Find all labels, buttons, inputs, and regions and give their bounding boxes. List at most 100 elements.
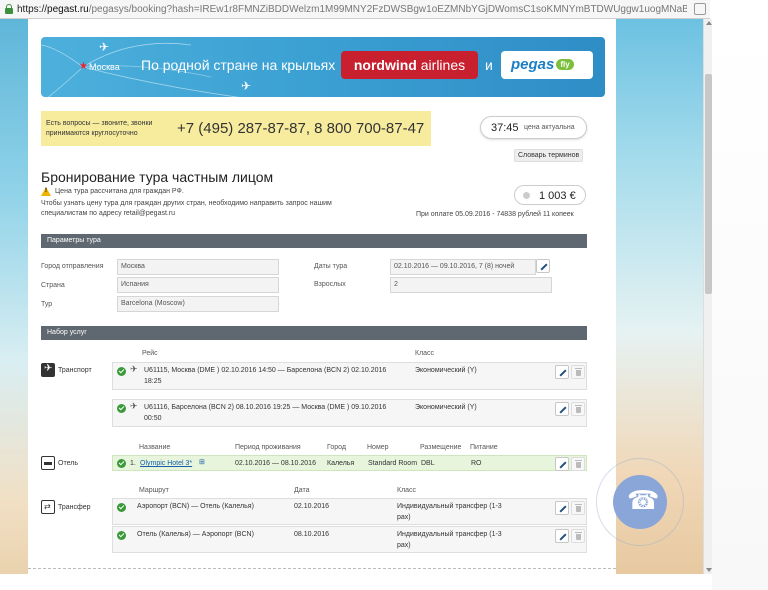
contact-note: Есть вопросы — звоните, звонки принимают… (46, 120, 153, 137)
edit-transfer-button[interactable] (555, 501, 569, 515)
flight-class: Экономический (Y) (415, 404, 477, 411)
warning-text: Цена тура рассчитана для граждан РФ. (55, 188, 184, 195)
country-field: Испания (117, 277, 279, 293)
airlines-text: airlines (416, 57, 466, 73)
col-class: Класс (415, 350, 435, 357)
hotel-placement: DBL (421, 460, 435, 467)
delete-flight-button[interactable] (571, 365, 585, 379)
departure-label: Город отправления (41, 263, 104, 270)
tour-params-header: Параметры тура (41, 234, 587, 248)
edit-hotel-button[interactable] (555, 457, 569, 471)
promo-banner[interactable]: ★ Москва ✈ ✈ По родной стране на крыльях… (41, 37, 605, 97)
address-bar[interactable]: https://pegast.ru/pegasys/booking?hash=I… (0, 0, 710, 19)
flight-info: U61116, Барселона (BCN 2) 08.10.2016 19:… (144, 404, 387, 411)
warning-icon (41, 187, 51, 196)
delete-transfer-button[interactable] (571, 501, 585, 515)
transport-label: Транспорт (58, 367, 92, 374)
booking-page: ★ Москва ✈ ✈ По родной стране на крыльях… (28, 19, 616, 574)
country-label: Страна (41, 282, 65, 289)
star-icon: ★ (79, 61, 88, 72)
phone-icon (613, 475, 667, 529)
tour-field: Barcelona (Moscow) (117, 296, 279, 312)
flight-row: ✈ U61116, Барселона (BCN 2) 08.10.2016 1… (112, 399, 587, 427)
browser-window: https://pegast.ru/pegasys/booking?hash=I… (0, 0, 768, 590)
hotel-room: Standard Room (368, 460, 418, 467)
adults-label: Взрослых (314, 281, 346, 288)
col-route: Маршрут (139, 487, 169, 494)
check-icon (117, 503, 126, 512)
warning-details: Чтобы узнать цену тура для граждан други… (41, 200, 332, 217)
transfer-row: Отель (Калелья) — Аэропорт (BCN) 08.10.2… (112, 526, 587, 553)
scroll-down-icon[interactable] (706, 568, 712, 572)
pegas-fly-logo: pegas fly (501, 51, 593, 79)
hotel-row: 1. Olympic Hotel 3* ⊞ 02.10.2016 — 08.10… (112, 455, 587, 471)
nordwind-logo: nordwind airlines (341, 51, 478, 79)
nordwind-text: nordwind (353, 57, 417, 73)
bottom-strip (0, 574, 712, 590)
price-badge: 1 003 € (514, 185, 586, 205)
col-date: Дата (294, 487, 310, 494)
price-value: 1 003 € (539, 190, 576, 202)
plane-icon: ✈ (41, 363, 55, 377)
lock-icon (4, 4, 14, 14)
glossary-button[interactable]: Словарь терминов (514, 149, 584, 162)
timer-status: цена актуальна (524, 124, 575, 131)
flight-arrival: 00:50 (144, 415, 162, 422)
payment-note: При оплате 05.09.2016 - 74838 рублей 11 … (416, 211, 574, 218)
pegas-text: pegas (511, 56, 555, 73)
transfer-class-pax: pax) (397, 542, 411, 549)
scroll-thumb[interactable] (705, 74, 712, 294)
url-text[interactable]: https://pegast.ru/pegasys/booking?hash=I… (17, 4, 687, 15)
delete-flight-button[interactable] (571, 402, 585, 416)
col-hotel-name: Название (139, 444, 171, 451)
delete-hotel-button[interactable] (571, 457, 585, 471)
background-left (0, 19, 28, 590)
banner-slogan: По родной стране на крыльях (141, 57, 336, 73)
adults-field: 2 (390, 277, 552, 293)
hotel-number: 1. (130, 460, 136, 467)
page-title: Бронирование тура частным лицом (41, 169, 274, 185)
coin-icon (523, 192, 530, 199)
hotel-meal: RO (471, 460, 482, 467)
delete-transfer-button[interactable] (571, 529, 585, 543)
scroll-up-icon[interactable] (706, 21, 712, 25)
transfer-icon: ⇄ (41, 500, 55, 514)
price-timer: 37:45 цена актуальна (480, 116, 587, 139)
services-header: Набор услуг (41, 326, 587, 340)
col-room: Номер (367, 444, 389, 451)
transfer-label: Трансфер (58, 504, 91, 511)
plane-icon: ✈ (130, 401, 138, 411)
edit-flight-button[interactable] (555, 402, 569, 416)
check-icon (117, 367, 126, 376)
check-icon (117, 404, 126, 413)
hotel-period: 02.10.2016 — 08.10.2016 (235, 460, 316, 467)
col-flight: Рейс (142, 350, 158, 357)
contact-phones[interactable]: +7 (495) 287-87-87, 8 800 700-87-47 (177, 120, 424, 137)
flight-row: ✈ U61115, Москва (DME ) 02.10.2016 14:50… (112, 362, 587, 390)
transfer-class-pax: pax) (397, 514, 411, 521)
edit-transfer-button[interactable] (555, 529, 569, 543)
transfer-route: Отель (Калелья) — Аэропорт (BCN) (137, 531, 254, 538)
callback-button[interactable] (596, 458, 684, 546)
check-icon (117, 459, 126, 468)
flight-info: U61115, Москва (DME ) 02.10.2016 14:50 —… (144, 367, 387, 374)
url-path: /pegasys/booking?hash=IREw1r8FMNZiBDDWel… (88, 3, 687, 15)
col-meal: Питание (470, 444, 498, 451)
col-period: Период проживания (235, 444, 301, 451)
col-city: Город (327, 444, 346, 451)
page-icon[interactable] (694, 3, 706, 15)
vertical-scrollbar[interactable] (703, 19, 712, 574)
url-scheme: https:// (17, 3, 48, 15)
plane-icon: ✈ (130, 364, 138, 374)
hotel-info-icon[interactable]: ⊞ (199, 458, 205, 468)
check-icon (117, 531, 126, 540)
edit-dates-button[interactable] (536, 259, 550, 273)
edit-flight-button[interactable] (555, 365, 569, 379)
fly-text: fly (556, 59, 574, 71)
hotel-name-link[interactable]: Olympic Hotel 3* (140, 459, 192, 469)
plane-icon: ✈ (241, 79, 252, 93)
bed-icon (41, 456, 55, 470)
transfer-date: 08.10.2016 (294, 531, 330, 538)
flight-arrival: 18:25 (144, 378, 162, 385)
hotel-city: Калелья (327, 460, 355, 467)
